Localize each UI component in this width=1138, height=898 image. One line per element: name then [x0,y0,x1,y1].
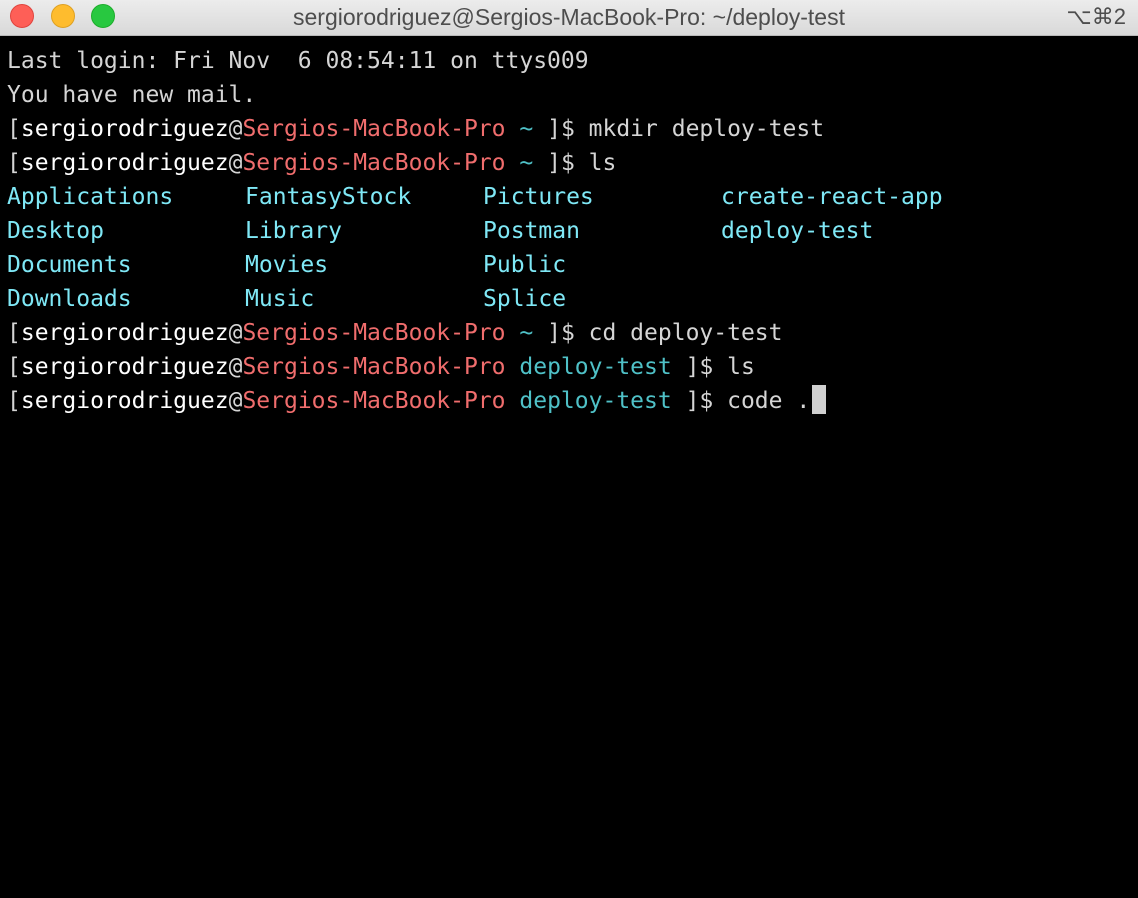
ls-entry: Applications [7,184,174,210]
prompt-open-bracket: [ [7,150,21,176]
prompt-line: [sergiorodriguez@Sergios-MacBook-Pro dep… [7,350,1132,384]
ls-output-row: Applications FantasyStock Pictures creat… [7,180,1132,214]
prompt-command: ls [727,354,755,380]
prompt-line: [sergiorodriguez@Sergios-MacBook-Pro ~ ]… [7,146,1132,180]
prompt-close: ]$ [685,354,728,380]
window-title: sergiorodriguez@Sergios-MacBook-Pro: ~/d… [293,4,845,30]
ls-output-row: Downloads Music Splice [7,282,1132,316]
ls-entry: Desktop [7,218,104,244]
ls-entry: Downloads [7,286,132,312]
ls-entry: deploy-test [721,218,874,244]
ls-entry: Public [483,252,567,278]
prompt-at: @ [228,150,243,176]
ls-entry: Library [245,218,342,244]
prompt-dir: ~ [505,320,548,346]
prompt-dir: deploy-test [505,388,686,414]
prompt-command[interactable]: code . [727,388,810,414]
prompt-at: @ [228,388,243,414]
prompt-user: sergiorodriguez [20,150,229,176]
prompt-user: sergiorodriguez [20,116,229,142]
ls-entry: create-react-app [721,184,943,210]
prompt-line: [sergiorodriguez@Sergios-MacBook-Pro ~ ]… [7,316,1132,350]
prompt-at: @ [228,116,243,142]
ls-output-row: Desktop Library Postman deploy-test [7,214,1132,248]
terminal-window: sergiorodriguez@Sergios-MacBook-Pro: ~/d… [0,0,1138,898]
active-prompt-line[interactable]: [sergiorodriguez@Sergios-MacBook-Pro dep… [7,384,1132,418]
prompt-close: ]$ [547,150,589,176]
ls-entry: Documents [7,252,132,278]
prompt-close: ]$ [547,116,589,142]
terminal-output[interactable]: Last login: Fri Nov 6 08:54:11 on ttys00… [7,44,1132,418]
prompt-host: Sergios-MacBook-Pro [242,388,506,414]
prompt-host: Sergios-MacBook-Pro [242,354,506,380]
ls-entry: Music [245,286,315,312]
prompt-dir: ~ [505,150,548,176]
mail-line: You have new mail. [7,82,257,108]
ls-entry: Movies [245,252,329,278]
prompt-dir: deploy-test [505,354,686,380]
prompt-command: ls [588,150,617,176]
prompt-host: Sergios-MacBook-Pro [242,150,506,176]
ls-output-row: Documents Movies Public [7,248,1132,282]
ls-entry: Pictures [483,184,594,210]
prompt-open-bracket: [ [7,116,21,142]
prompt-command: mkdir deploy-test [588,116,825,142]
prompt-at: @ [228,320,243,346]
ls-entry: Splice [483,286,567,312]
prompt-at: @ [228,354,243,380]
window-shortcut: ⌥⌘2 [1066,4,1126,29]
prompt-close: ]$ [685,388,728,414]
prompt-line: [sergiorodriguez@Sergios-MacBook-Pro ~ ]… [7,112,1132,146]
ls-entry: Postman [483,218,580,244]
title-bar[interactable]: sergiorodriguez@Sergios-MacBook-Pro: ~/d… [0,0,1138,36]
text-cursor [812,385,827,414]
ls-entry: FantasyStock [245,184,412,210]
login-line: Last login: Fri Nov 6 08:54:11 on ttys00… [7,48,589,74]
prompt-close: ]$ [547,320,589,346]
prompt-command: cd deploy-test [588,320,783,346]
prompt-host: Sergios-MacBook-Pro [242,320,506,346]
prompt-host: Sergios-MacBook-Pro [242,116,506,142]
prompt-dir: ~ [505,116,548,142]
